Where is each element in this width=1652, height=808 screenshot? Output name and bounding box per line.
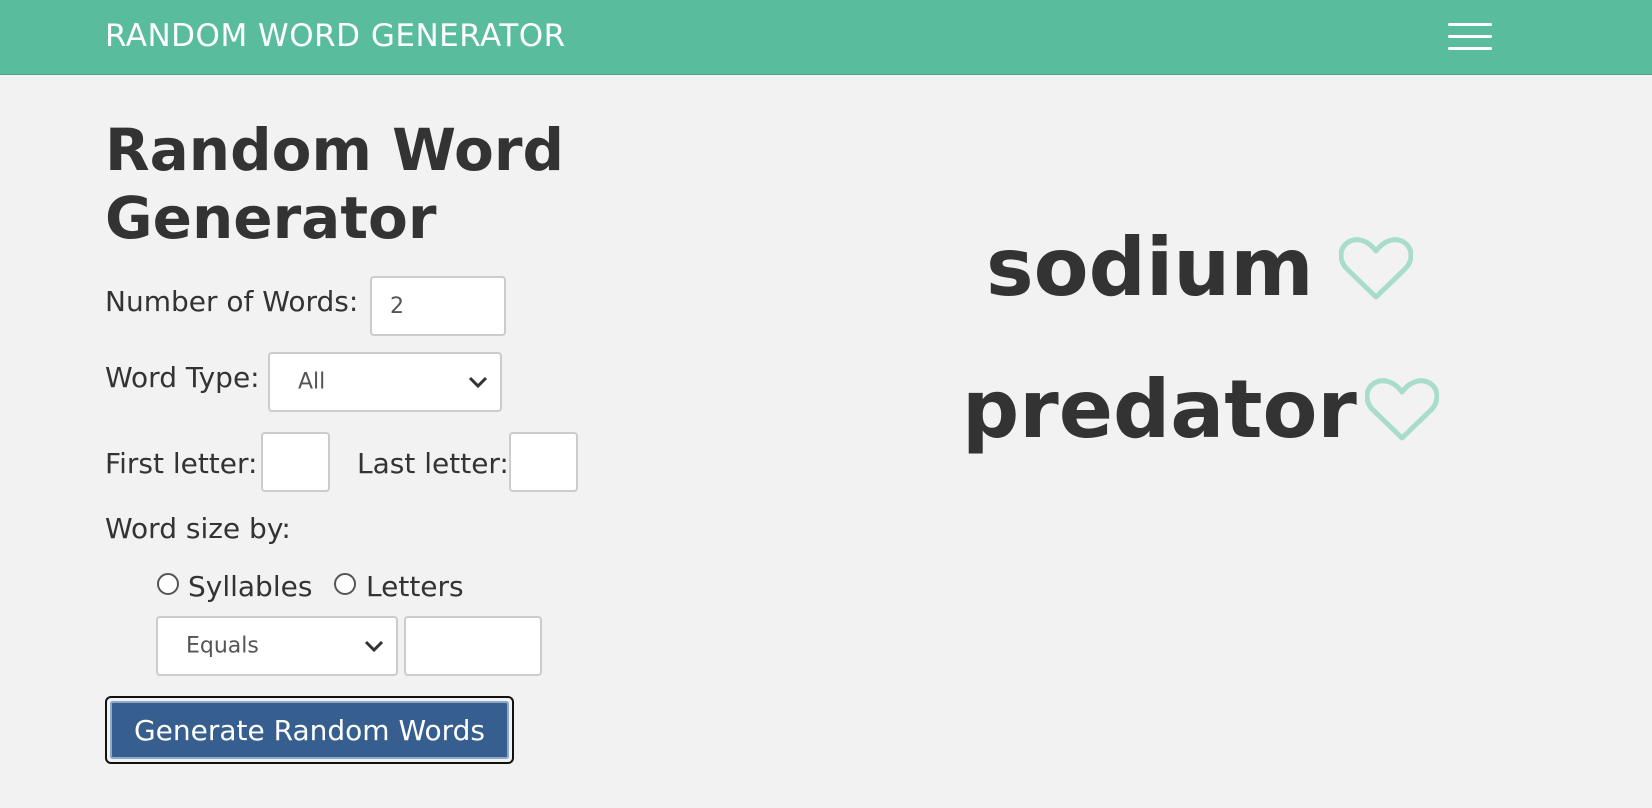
number-of-words-label: Number of Words: — [105, 285, 359, 318]
site-brand[interactable]: RANDOM WORD GENERATOR — [105, 18, 566, 54]
first-letter-label: First letter: — [105, 447, 258, 480]
top-navbar: RANDOM WORD GENERATOR — [0, 0, 1652, 75]
last-letter-input[interactable] — [509, 432, 578, 492]
generate-button[interactable]: Generate Random Words — [105, 696, 514, 764]
menu-bar-line — [1448, 35, 1492, 38]
letters-radio[interactable] — [334, 573, 356, 595]
page-title: Random Word Generator — [105, 116, 564, 252]
generate-button-label: Generate Random Words — [110, 701, 509, 759]
word-type-label: Word Type: — [105, 361, 260, 394]
hamburger-menu-icon[interactable] — [1448, 21, 1494, 53]
syllables-option-label[interactable]: Syllables — [188, 570, 312, 603]
last-letter-label: Last letter: — [357, 447, 509, 480]
heart-outline-icon[interactable] — [1339, 237, 1413, 303]
word-size-input[interactable] — [404, 616, 542, 676]
menu-bar-line — [1448, 23, 1492, 26]
result-word: sodium — [986, 221, 1314, 314]
result-word: predator — [962, 363, 1357, 456]
syllables-radio[interactable] — [157, 573, 179, 595]
first-letter-input[interactable] — [261, 432, 330, 492]
letters-option-label[interactable]: Letters — [366, 570, 464, 603]
heart-outline-icon[interactable] — [1365, 378, 1439, 444]
word-size-label: Word size by: — [105, 512, 291, 545]
chevron-down-icon — [364, 640, 384, 653]
size-comparison-select[interactable]: Equals — [156, 616, 398, 676]
size-comparison-selected-value: Equals — [186, 633, 259, 659]
number-of-words-input[interactable] — [370, 276, 506, 336]
menu-bar-line — [1448, 47, 1492, 50]
word-type-selected-value: All — [298, 369, 326, 395]
chevron-down-icon — [468, 376, 488, 389]
word-type-select[interactable]: All — [268, 352, 502, 412]
